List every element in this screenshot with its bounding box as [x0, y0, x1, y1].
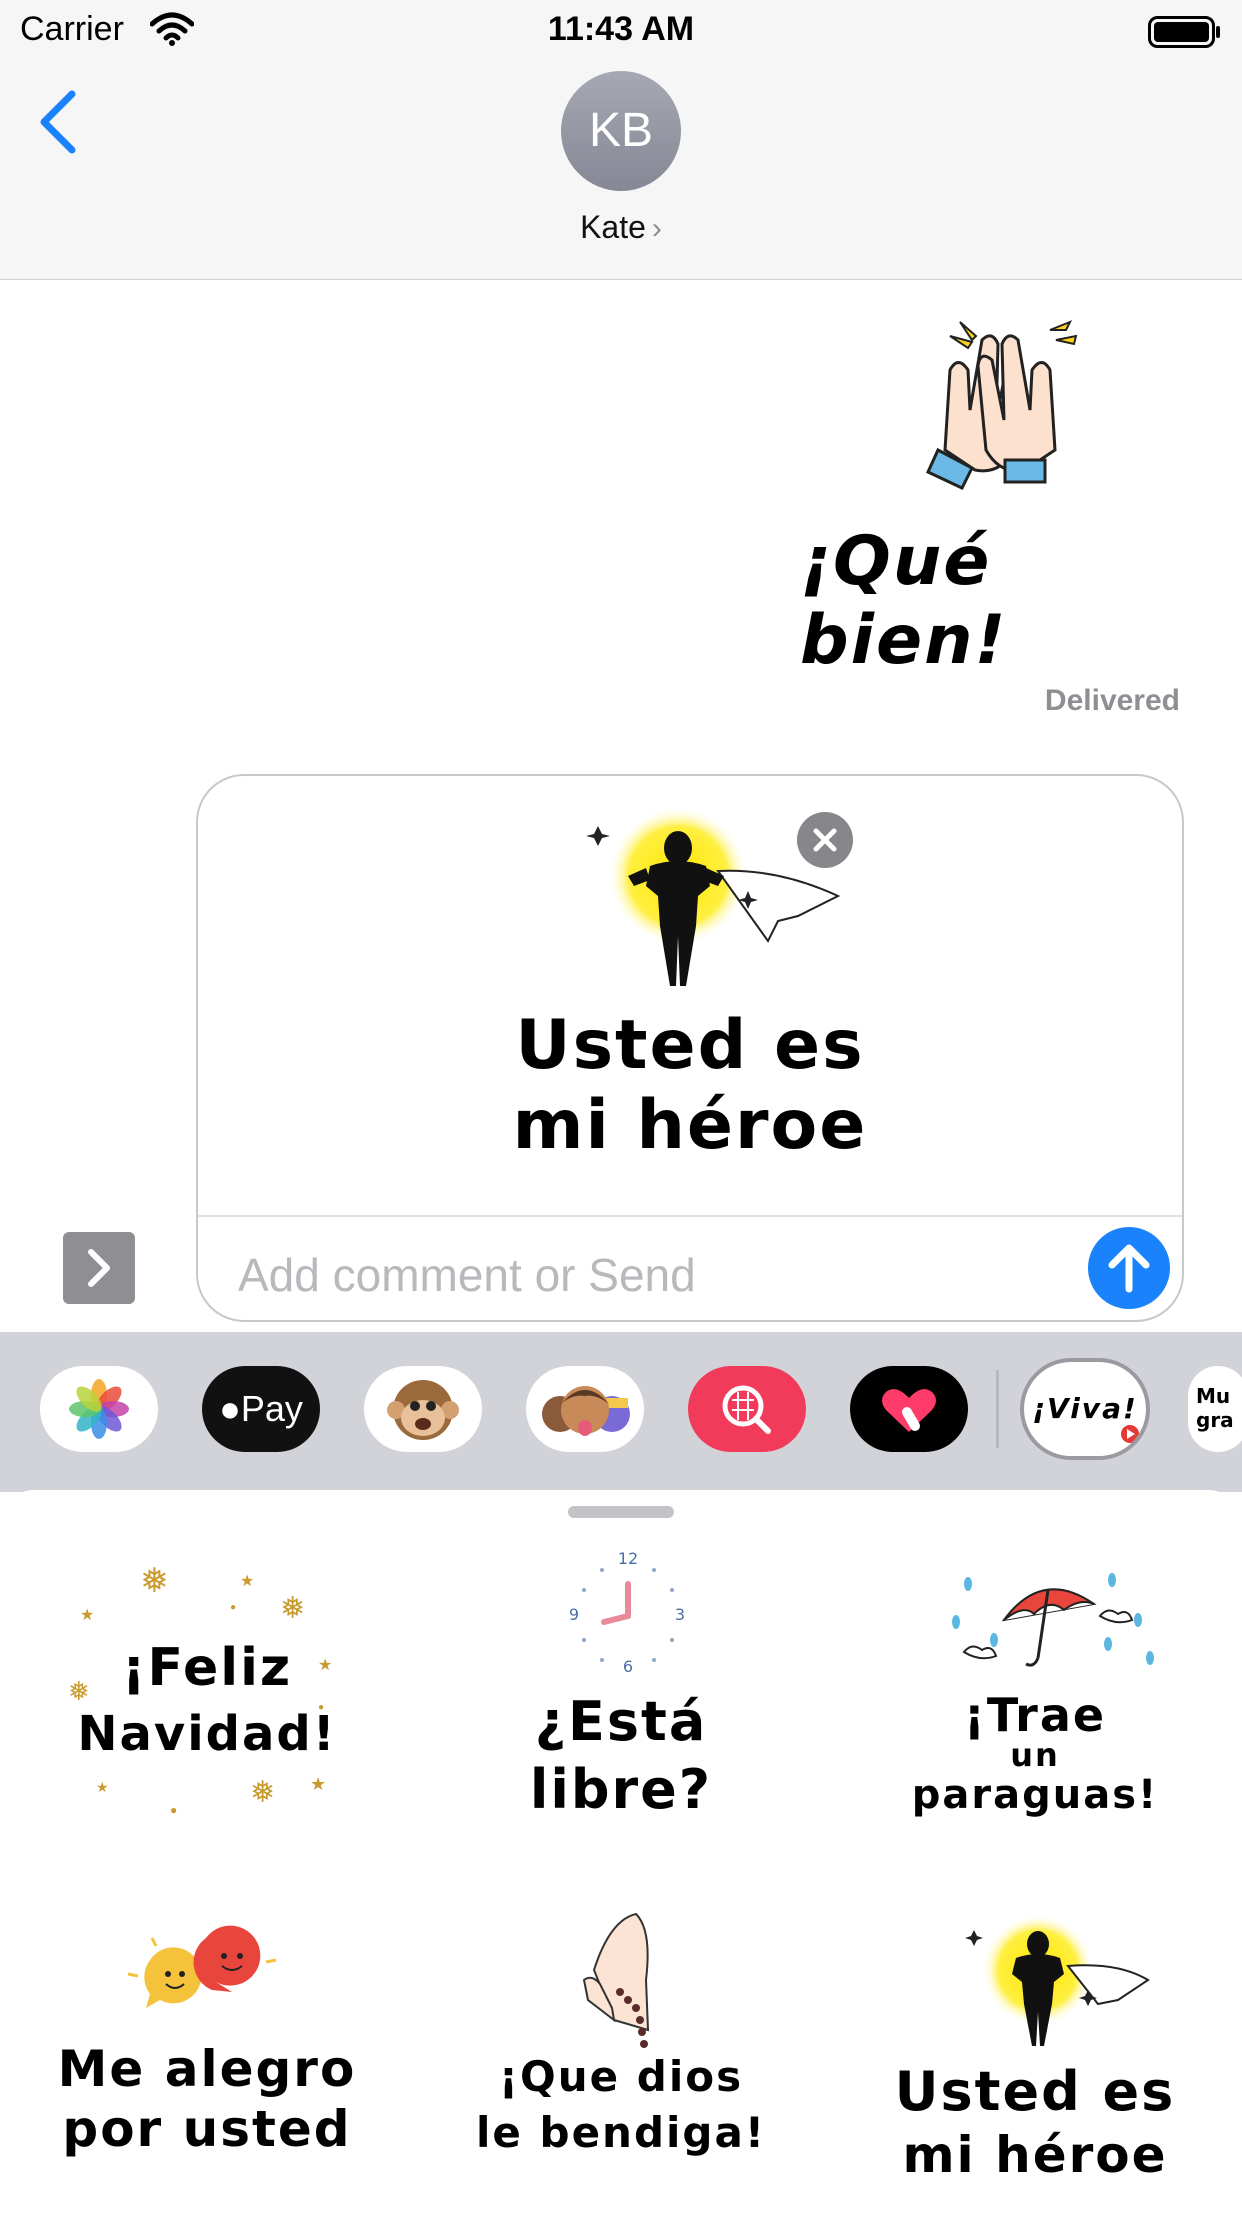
compose-divider	[198, 1215, 1182, 1217]
apple-pay-app-icon[interactable]: ●Pay	[202, 1366, 320, 1452]
apple-pay-label: Pay	[240, 1388, 303, 1429]
send-button[interactable]	[1088, 1227, 1170, 1309]
svg-text:6: 6	[623, 1657, 633, 1676]
sticker-3-line2: un	[1010, 1736, 1060, 1774]
preview-sticker-line1: Usted es	[515, 1006, 865, 1085]
clock: 11:43 AM	[547, 10, 695, 48]
sticker-feliz-navidad[interactable]: ❅ ❅ ❅ ❅ ★ ★ ★ ★ ★ ● ● ● ¡Feliz Navidad!	[0, 1540, 414, 1870]
status-bar: Carrier 11:43 AM	[0, 0, 1242, 62]
contact-name-button[interactable]: Kate ›	[0, 209, 1242, 246]
heart-icon	[882, 1389, 936, 1432]
svg-text:❅: ❅	[140, 1561, 169, 1601]
sticker-2-line1: ¿Está	[534, 1690, 708, 1753]
play-badge-icon	[1121, 1425, 1139, 1443]
close-icon	[813, 828, 837, 852]
memoji-icon	[542, 1386, 630, 1436]
sticker-2-line2: libre?	[529, 1758, 713, 1821]
delivery-status: Delivered	[1044, 684, 1180, 717]
sticker-usted-es-mi-heroe[interactable]: Usted es mi héroe	[828, 1900, 1242, 2230]
snowflake-icon: ❅ ❅ ❅ ❅ ★★ ★★ ★● ●●	[68, 1561, 332, 1817]
sticker-4-line1: Me alegro	[57, 2040, 357, 2098]
high-five-icon	[926, 320, 1078, 490]
sent-sticker-high-five[interactable]: ¡Qué bien!	[800, 300, 1200, 680]
sticker-esta-libre[interactable]: 12 3 6 9 ¿Está libre?	[414, 1540, 828, 1870]
preview-sticker-line2: mi héroe	[512, 1086, 868, 1165]
svg-text:★: ★	[310, 1774, 326, 1794]
back-chevron-icon[interactable]	[36, 88, 80, 156]
sticker-1-line2: Navidad!	[77, 1706, 337, 1762]
digital-touch-app-icon[interactable]	[850, 1366, 968, 1452]
chevron-right-icon: ›	[651, 212, 662, 245]
sticker-5-line2: le bendiga!	[476, 2108, 766, 2157]
sticker-que-dios-le-bendiga[interactable]: ¡Que dios le bendiga!	[414, 1900, 828, 2230]
apple-logo-icon: ●	[219, 1388, 241, 1429]
search-icon	[722, 1385, 771, 1434]
svg-text:12: 12	[618, 1549, 638, 1568]
sticker-5-line1: ¡Que dios	[498, 2052, 744, 2101]
contact-name: Kate	[580, 209, 646, 245]
battery-icon	[1148, 16, 1220, 48]
sticker-3-line3: paraguas!	[911, 1772, 1159, 1818]
second-sticker-app-icon[interactable]: Mu gra	[1188, 1366, 1242, 1452]
drawer-grabber[interactable]	[568, 1506, 674, 1518]
svg-text:★: ★	[96, 1779, 109, 1795]
sticker-me-alegro-por-usted[interactable]: Me alegro por usted	[0, 1900, 414, 2230]
arrow-up-icon	[1108, 1244, 1150, 1293]
compose-field: Usted es mi héroe	[196, 774, 1184, 1322]
remove-sticker-button[interactable]	[797, 812, 853, 868]
avatar[interactable]: KB	[561, 71, 681, 191]
svg-text:●: ●	[170, 1803, 177, 1817]
comment-input[interactable]	[236, 1244, 1040, 1306]
animoji-app-icon[interactable]	[364, 1366, 482, 1452]
sticker-6-line1: Usted es	[894, 2060, 1176, 2123]
svg-text:❅: ❅	[250, 1775, 275, 1810]
image-search-app-icon[interactable]	[688, 1366, 806, 1452]
chevron-right-icon	[88, 1249, 110, 1287]
svg-text:●: ●	[230, 1602, 236, 1613]
photos-app-icon[interactable]	[40, 1366, 158, 1452]
svg-text:❅: ❅	[280, 1591, 305, 1626]
sticker-6-line2: mi héroe	[902, 2126, 1168, 2184]
viva-sticker-app-icon[interactable]: ¡Viva!	[1020, 1358, 1150, 1460]
svg-text:★: ★	[240, 1573, 254, 1590]
monkey-icon	[387, 1380, 459, 1440]
sticker-1-line1: ¡Feliz	[121, 1638, 293, 1698]
sticker-3-line1: ¡Trae	[963, 1688, 1107, 1742]
app-strip-separator	[996, 1370, 999, 1448]
photos-icon	[69, 1379, 129, 1439]
memoji-app-icon[interactable]	[526, 1366, 644, 1452]
svg-text:★: ★	[80, 1607, 94, 1624]
sticker-4-line2: por usted	[62, 2100, 352, 2158]
second-app-label: Mu gra	[1196, 1384, 1234, 1432]
svg-text:3: 3	[675, 1605, 685, 1624]
svg-text:9: 9	[569, 1605, 579, 1624]
apps-toggle-button[interactable]	[63, 1232, 135, 1304]
sticker-trae-un-paraguas[interactable]: ¡Trae un paraguas!	[828, 1540, 1242, 1870]
sticker-preview: Usted es mi héroe	[198, 776, 1182, 1216]
sent-sticker-caption: ¡Qué bien!	[800, 522, 1008, 680]
